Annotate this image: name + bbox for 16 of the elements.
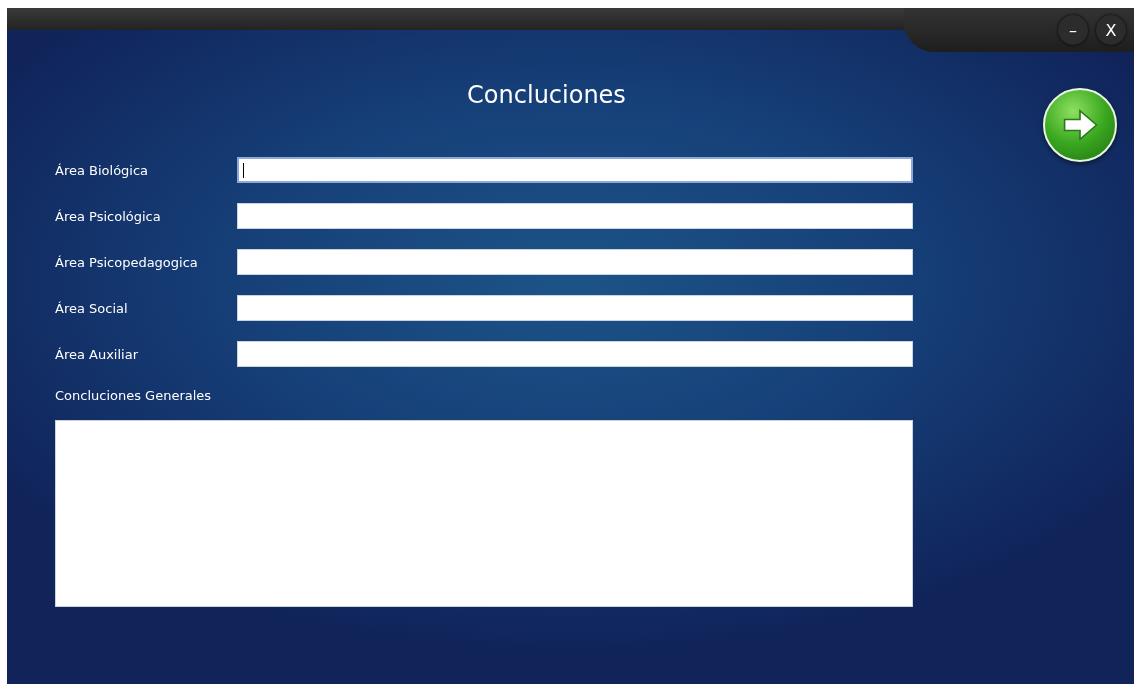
field-label: Concluciones Generales bbox=[55, 387, 213, 405]
field-label: Área Social bbox=[55, 300, 129, 316]
input-field[interactable] bbox=[237, 157, 913, 183]
input-field[interactable] bbox=[237, 249, 913, 275]
close-button[interactable]: X bbox=[1096, 15, 1126, 45]
field-label: Área Psicológica bbox=[55, 208, 162, 224]
field-label: Área Auxiliar bbox=[55, 346, 140, 362]
input-field[interactable] bbox=[237, 295, 913, 321]
minimize-button[interactable]: – bbox=[1058, 15, 1088, 45]
next-button[interactable] bbox=[1043, 88, 1117, 162]
form-title: Concluciones bbox=[466, 80, 627, 110]
text-area[interactable] bbox=[55, 420, 913, 607]
field-label: Área Biológica bbox=[55, 162, 150, 178]
input-field[interactable] bbox=[237, 203, 913, 229]
input-field[interactable] bbox=[237, 341, 913, 367]
field-label: Área Psicopedagogica bbox=[55, 254, 199, 270]
